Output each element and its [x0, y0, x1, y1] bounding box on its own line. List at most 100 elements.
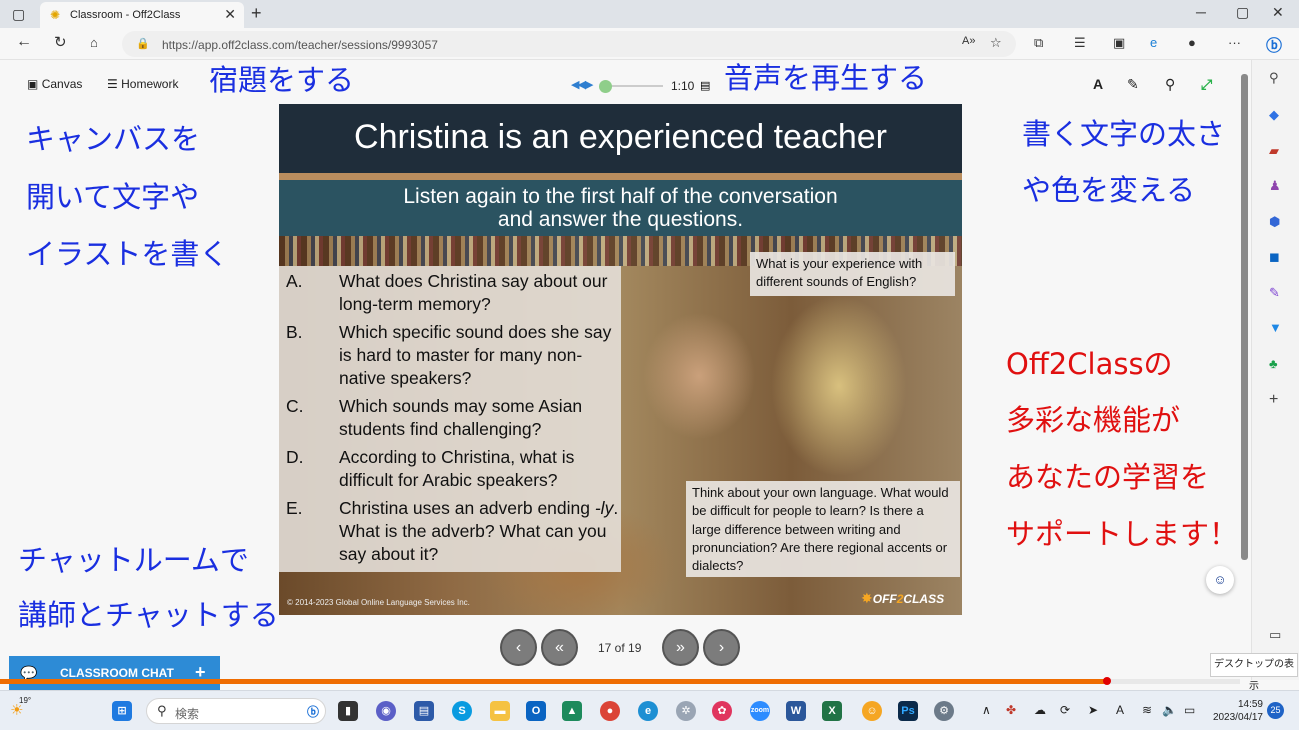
- taskbar-clock[interactable]: 14:59 2023/04/17: [1209, 698, 1263, 724]
- annotation-canvas-2: 開いて文字や: [26, 180, 200, 214]
- refresh-icon[interactable]: ↻: [54, 33, 67, 51]
- question-text-emphasis: -ly: [594, 498, 614, 518]
- tray-app-icon[interactable]: ✤: [1006, 703, 1016, 717]
- lesson-progress-marker: [1103, 677, 1111, 685]
- skype-icon[interactable]: S: [452, 701, 472, 721]
- edge-sidebar: ⚲ ◆ ▰ ♟ ⬢ ◼ ✎ ▼ ♣ + ▭: [1251, 60, 1299, 680]
- url-field[interactable]: 🔒 https://app.off2class.com/teacher/sess…: [122, 31, 1016, 57]
- off2class-logo: ✸OFF2CLASS: [861, 590, 945, 606]
- teams-chat-icon[interactable]: ◉: [376, 701, 396, 721]
- battery-icon[interactable]: ▭: [1184, 703, 1195, 717]
- question-text: What does Christina say about our long-t…: [339, 271, 608, 314]
- edge-app-icon[interactable]: e: [1150, 35, 1157, 50]
- photoshop-icon[interactable]: Ps: [898, 701, 918, 721]
- next-slide-button[interactable]: ›: [703, 629, 740, 666]
- task-view-icon[interactable]: ▮: [338, 701, 358, 721]
- canvas-button[interactable]: ▣ Canvas: [27, 77, 82, 91]
- audio-progress-track[interactable]: [605, 85, 663, 87]
- windows-taskbar: ☀ 19° ⊞ ⚲ 検索 ⓑ ▮ ◉ ▤ S ▬ O ▲ ● e ✲ ✿ zoo…: [0, 690, 1299, 730]
- clock-time: 14:59: [1237, 699, 1263, 710]
- rewind-play-icon[interactable]: ◀◀ ▶: [571, 78, 593, 91]
- collections-icon[interactable]: ▣: [1113, 35, 1125, 51]
- excel-icon[interactable]: X: [822, 701, 842, 721]
- maximize-icon[interactable]: ▢: [1236, 4, 1249, 21]
- tag-icon[interactable]: ◆: [1269, 107, 1279, 123]
- annotation-feature-4: サポートします！: [1006, 517, 1239, 551]
- favorite-star-icon[interactable]: ☆: [990, 35, 1002, 51]
- tab-actions-icon[interactable]: ▢: [12, 6, 25, 23]
- bing-chat-icon[interactable]: ⓑ: [1266, 32, 1282, 56]
- settings-gear-icon[interactable]: ⚙: [934, 701, 954, 721]
- tree-icon[interactable]: ♣: [1269, 356, 1278, 371]
- annotation-canvas-1: キャンバスを: [26, 122, 201, 156]
- search-icon[interactable]: ⚲: [1269, 70, 1279, 86]
- drop-icon[interactable]: ▼: [1269, 320, 1282, 335]
- transcript-icon[interactable]: ▤: [700, 79, 710, 92]
- first-slide-button[interactable]: «: [541, 629, 578, 666]
- profile-avatar-icon[interactable]: ●: [1188, 35, 1196, 50]
- microsoft365-icon[interactable]: ⬢: [1269, 214, 1280, 230]
- toolbox-icon[interactable]: ▰: [1269, 143, 1279, 159]
- settings-app-icon[interactable]: ✲: [676, 701, 696, 721]
- fullscreen-icon[interactable]: ⤢: [1201, 76, 1212, 93]
- wifi-icon[interactable]: ≋: [1142, 703, 1152, 717]
- read-aloud-icon[interactable]: A»: [962, 35, 975, 47]
- chrome-icon[interactable]: ●: [600, 701, 620, 721]
- page-indicator: 17 of 19: [598, 641, 642, 655]
- sync-icon[interactable]: ⟳: [1060, 703, 1070, 717]
- slide-subtitle: Listen again to the first half of the co…: [279, 180, 962, 236]
- audio-progress-handle[interactable]: [599, 80, 612, 93]
- home-icon[interactable]: ⌂: [90, 35, 98, 50]
- clock-date: 2023/04/17: [1212, 712, 1263, 723]
- sidebar-layout-icon[interactable]: ▭: [1269, 627, 1281, 643]
- url-text: https://app.off2class.com/teacher/sessio…: [162, 38, 438, 52]
- close-tab-icon[interactable]: ✕: [224, 6, 236, 23]
- pinwheel-app-icon[interactable]: ✿: [712, 701, 732, 721]
- question-text-part: Christina uses an adverb ending: [339, 498, 595, 518]
- question-text: Christina uses an adverb ending -ly. Wha…: [339, 497, 619, 566]
- outlook-app-icon[interactable]: O: [526, 701, 546, 721]
- designer-icon[interactable]: ✎: [1269, 285, 1280, 301]
- pen-tool-icon[interactable]: ✎: [1127, 76, 1139, 93]
- last-slide-button[interactable]: »: [662, 629, 699, 666]
- cloud-icon[interactable]: ☁: [1034, 703, 1046, 717]
- start-icon[interactable]: ⊞: [112, 701, 132, 721]
- notification-badge[interactable]: 25: [1267, 702, 1284, 719]
- back-icon[interactable]: ←: [16, 33, 32, 51]
- games-icon[interactable]: ♟: [1269, 178, 1281, 194]
- page-scrollbar[interactable]: [1240, 60, 1250, 680]
- file-explorer-app-icon[interactable]: ▤: [414, 701, 434, 721]
- classroom-chat-button[interactable]: 💬 CLASSROOM CHAT +: [9, 656, 220, 690]
- browser-address-bar: ← ↻ ⌂ 🔒 https://app.off2class.com/teache…: [0, 28, 1299, 60]
- assistant-bot-button[interactable]: ☺: [1206, 566, 1234, 594]
- outlook-icon[interactable]: ◼: [1269, 249, 1280, 265]
- question-letter: E.: [286, 498, 303, 518]
- new-tab-icon[interactable]: +: [251, 3, 262, 24]
- taskbar-search[interactable]: ⚲ 検索 ⓑ: [146, 698, 326, 724]
- edge-icon[interactable]: e: [638, 701, 658, 721]
- extensions-icon[interactable]: ⧉: [1034, 35, 1043, 51]
- search-icon[interactable]: ⚲: [1165, 76, 1175, 93]
- scrollbar-thumb[interactable]: [1241, 74, 1248, 560]
- volume-icon[interactable]: 🔈: [1162, 703, 1177, 717]
- favorites-icon[interactable]: ☰: [1074, 35, 1086, 51]
- more-menu-icon[interactable]: ···: [1228, 35, 1241, 50]
- close-window-icon[interactable]: ✕: [1272, 4, 1284, 21]
- add-sidebar-icon[interactable]: +: [1269, 391, 1278, 409]
- image-icon: ▣: [27, 77, 39, 91]
- tray-overflow-icon[interactable]: ∧: [982, 703, 991, 717]
- text-tool-icon[interactable]: A: [1093, 76, 1103, 92]
- previous-slide-button[interactable]: ‹: [500, 629, 537, 666]
- browser-tab-bar: ▢ ✺ Classroom - Off2Class ✕ + ─ ▢ ✕: [0, 0, 1299, 28]
- folder-icon[interactable]: ▬: [490, 701, 510, 721]
- zoom-icon[interactable]: zoom: [750, 701, 770, 721]
- browser-tab[interactable]: ✺ Classroom - Off2Class ✕: [40, 2, 244, 28]
- smile-app-icon[interactable]: ☺: [862, 701, 882, 721]
- word-icon[interactable]: W: [786, 701, 806, 721]
- minimize-icon[interactable]: ─: [1196, 4, 1206, 20]
- photos-app-icon[interactable]: ▲: [562, 701, 582, 721]
- ime-icon[interactable]: A: [1116, 703, 1124, 717]
- lock-icon: 🔒: [136, 38, 150, 50]
- homework-button[interactable]: ☰ Homework: [107, 77, 178, 91]
- send-icon[interactable]: ➤: [1088, 703, 1098, 717]
